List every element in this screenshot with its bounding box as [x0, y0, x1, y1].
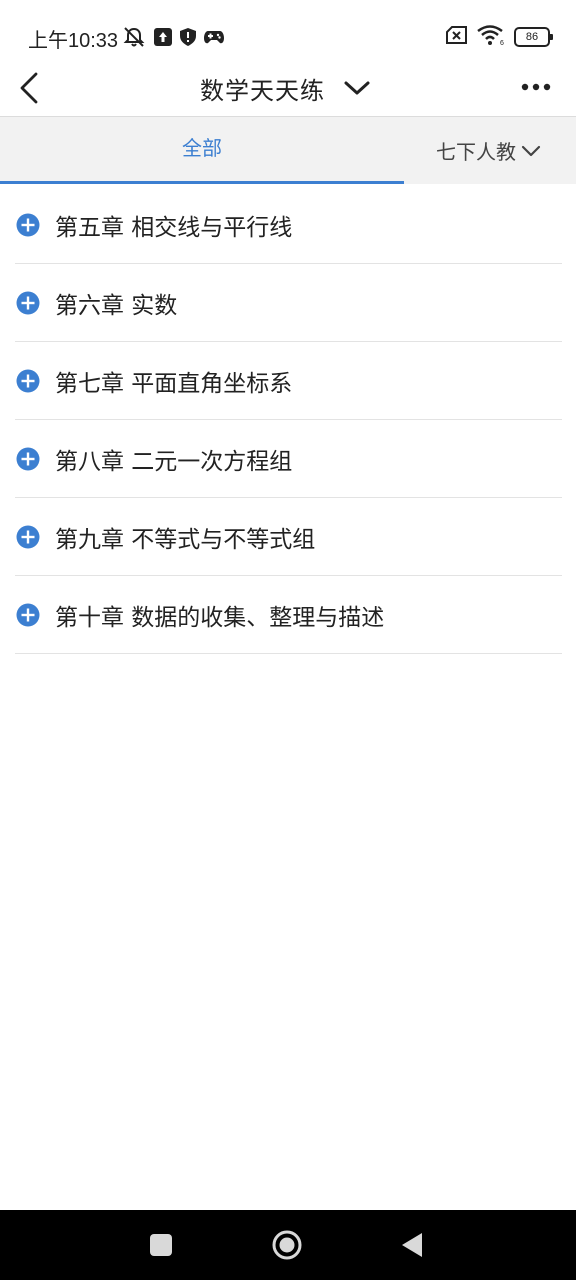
svg-text:6: 6 [500, 40, 504, 46]
expand-plus-icon[interactable] [16, 447, 40, 471]
expand-plus-icon[interactable] [16, 525, 40, 549]
sim-blocked-icon [446, 26, 468, 48]
grade-chevron-down-icon [521, 145, 541, 156]
chapter-item[interactable]: 第五章 相交线与平行线 [15, 186, 562, 264]
status-icons-right: 6 86 [446, 24, 553, 50]
expand-plus-icon[interactable] [16, 603, 40, 627]
bell-off-icon [122, 26, 146, 52]
more-dots-icon [521, 83, 551, 91]
grade-select-label: 七下人教 [436, 140, 516, 164]
upload-icon [154, 28, 172, 50]
tab-active-indicator [0, 181, 404, 184]
expand-plus-icon[interactable] [16, 369, 40, 393]
title-dropdown[interactable]: 数学天天练 [200, 68, 371, 108]
chapter-label: 第九章 不等式与不等式组 [55, 526, 316, 553]
screen: 上午10:33 6 86 数学天天练 全部 七下人教 第五章 相交线与平行线 第… [0, 0, 576, 1280]
back-arrow-icon [20, 72, 38, 104]
expand-plus-icon[interactable] [16, 213, 40, 237]
chapter-list: 第五章 相交线与平行线 第六章 实数 第七章 平面直角坐标系 第八章 二元一次方… [15, 186, 562, 654]
home-button[interactable] [270, 1228, 304, 1262]
shield-icon [180, 28, 196, 50]
chapter-label: 第八章 二元一次方程组 [55, 448, 293, 475]
chapter-item[interactable]: 第九章 不等式与不等式组 [15, 498, 562, 576]
home-circle-icon [272, 1230, 302, 1260]
status-icons-left [122, 26, 224, 52]
chapter-item[interactable]: 第八章 二元一次方程组 [15, 420, 562, 498]
page-title: 数学天天练 [200, 76, 325, 105]
battery-icon: 86 [514, 27, 553, 47]
chapter-item[interactable]: 第六章 实数 [15, 264, 562, 342]
tab-bar: 全部 七下人教 [0, 117, 576, 184]
chapter-label: 第十章 数据的收集、整理与描述 [55, 604, 385, 631]
chapter-item[interactable]: 第十章 数据的收集、整理与描述 [15, 576, 562, 654]
tab-all-label: 全部 [182, 136, 222, 160]
recents-square-icon [150, 1234, 172, 1256]
header: 数学天天练 [0, 62, 576, 117]
chevron-down-icon [344, 81, 370, 95]
status-time: 上午10:33 [28, 30, 119, 52]
expand-plus-icon[interactable] [16, 291, 40, 315]
tab-all[interactable]: 全部 [0, 117, 404, 184]
recents-button[interactable] [144, 1228, 178, 1262]
system-nav-bar [0, 1210, 576, 1280]
chapter-label: 第七章 平面直角坐标系 [55, 370, 293, 397]
status-bar: 上午10:33 6 86 [0, 0, 576, 70]
wifi-icon: 6 [476, 24, 506, 50]
chapter-item[interactable]: 第七章 平面直角坐标系 [15, 342, 562, 420]
grade-select[interactable]: 七下人教 [436, 117, 542, 184]
back-triangle-icon [402, 1233, 422, 1257]
chapter-label: 第六章 实数 [55, 292, 178, 319]
nav-back-button[interactable] [396, 1228, 430, 1262]
back-button[interactable] [14, 68, 50, 108]
more-button[interactable] [518, 72, 554, 102]
chapter-label: 第五章 相交线与平行线 [55, 214, 293, 241]
gamepad-icon [204, 29, 224, 49]
